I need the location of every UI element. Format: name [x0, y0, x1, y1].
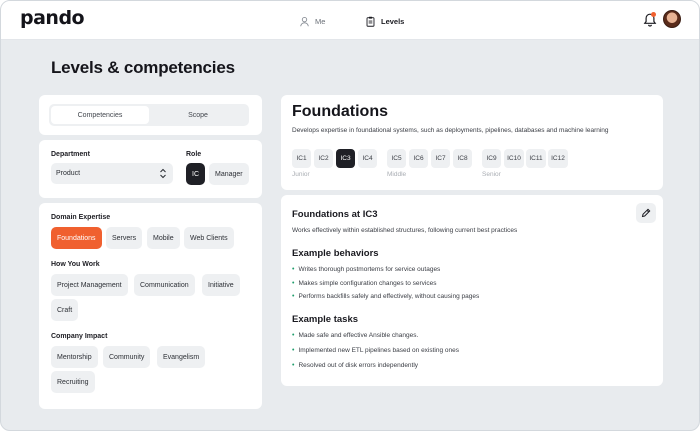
level-ic10[interactable]: IC10 [504, 149, 524, 168]
nav-item-me[interactable]: Me [299, 14, 325, 28]
behavior-item: • Makes simple configuration changes to s… [292, 280, 436, 287]
task-text: Implemented new ETL pipelines based on e… [298, 347, 460, 354]
level-detail-title: Foundations at IC3 [292, 209, 378, 220]
bullet-dot: • [292, 293, 295, 300]
how-you-work-title: How You Work [51, 261, 100, 268]
department-label: Department [51, 151, 90, 158]
tier-junior: Junior [292, 171, 310, 178]
level-detail-subtitle: Works effectively within established str… [292, 227, 518, 234]
tier-senior: Senior [482, 171, 501, 178]
behavior-item: • Performs backfills safely and effective… [292, 293, 479, 300]
level-ic8[interactable]: IC8 [453, 149, 472, 168]
competency-project-management[interactable]: Project Management [51, 274, 128, 296]
behaviors-title: Example behaviors [292, 248, 379, 259]
competency-recruiting[interactable]: Recruiting [51, 371, 95, 393]
company-impact-title: Company Impact [51, 333, 108, 340]
task-item: • Implemented new ETL pipelines based on … [292, 347, 459, 354]
task-text: Resolved out of disk errors independentl… [298, 362, 419, 369]
level-ic2[interactable]: IC2 [314, 149, 333, 168]
level-ic5[interactable]: IC5 [387, 149, 406, 168]
avatar[interactable] [663, 10, 681, 28]
competency-mobile[interactable]: Mobile [147, 227, 180, 249]
level-ic1[interactable]: IC1 [292, 149, 311, 168]
notification-dot [651, 12, 656, 17]
domain-expertise-title: Domain Expertise [51, 214, 111, 221]
pencil-icon [641, 208, 651, 218]
level-ic3[interactable]: IC3 [336, 149, 355, 168]
competency-title: Foundations [292, 103, 388, 120]
top-bar: pando Me Levels [1, 1, 699, 40]
department-select[interactable]: Product [51, 163, 173, 184]
level-ic4[interactable]: IC4 [358, 149, 377, 168]
bullet-dot: • [292, 347, 295, 354]
competency-description: Develops expertise in foundational syste… [292, 127, 609, 134]
task-text: Made safe and effective Ansible changes. [298, 332, 419, 339]
task-item: • Resolved out of disk errors independent… [292, 362, 418, 369]
task-item: • Made safe and effective Ansible changes… [292, 332, 418, 339]
page-title: Levels & competencies [51, 58, 235, 77]
competency-communication[interactable]: Communication [134, 274, 195, 296]
tasks-title: Example tasks [292, 314, 359, 325]
competency-mentorship[interactable]: Mentorship [51, 346, 98, 368]
competency-evangelism[interactable]: Evangelism [157, 346, 206, 368]
level-ic6[interactable]: IC6 [409, 149, 428, 168]
level-ic12[interactable]: IC12 [548, 149, 568, 168]
nav-item-levels[interactable]: Levels [365, 14, 404, 28]
competency-servers[interactable]: Servers [106, 227, 143, 249]
competency-web-clients[interactable]: Web Clients [184, 227, 234, 249]
tab-competencies[interactable]: Competencies [51, 106, 149, 124]
user-icon [300, 16, 309, 26]
bullet-dot: • [292, 362, 295, 369]
bullet-dot: • [292, 332, 295, 339]
role-option-ic[interactable]: IC [186, 163, 205, 185]
role-option-manager[interactable]: Manager [209, 163, 249, 185]
competency-community[interactable]: Community [103, 346, 151, 368]
clipboard-icon [366, 16, 375, 27]
nav-item-levels-label: Levels [381, 16, 405, 26]
level-ic7[interactable]: IC7 [431, 149, 450, 168]
competency-initiative[interactable]: Initiative [202, 274, 240, 296]
behavior-item: • Writes thorough postmortems for service… [292, 266, 440, 273]
behavior-text: Performs backfills safely and effectivel… [298, 293, 480, 300]
behavior-text: Makes simple configuration changes to se… [298, 280, 437, 287]
tier-middle: Middle [387, 171, 407, 178]
chevron-updown-icon [160, 168, 166, 179]
level-detail-card [281, 195, 663, 386]
behavior-text: Writes thorough postmortems for service … [298, 266, 441, 273]
logo[interactable]: pando [20, 7, 85, 29]
nav-item-me-label: Me [315, 16, 326, 26]
edit-button[interactable] [636, 203, 656, 223]
department-value: Product [56, 170, 81, 177]
tab-scope[interactable]: Scope [149, 106, 247, 124]
bullet-dot: • [292, 266, 295, 273]
view-switcher: Competencies Scope [49, 104, 249, 126]
competency-foundations[interactable]: Foundations [51, 227, 102, 249]
level-ic11[interactable]: IC11 [526, 149, 546, 168]
level-ic9[interactable]: IC9 [482, 149, 501, 168]
bullet-dot: • [292, 280, 295, 287]
role-label: Role [186, 151, 202, 158]
competency-craft[interactable]: Craft [51, 299, 79, 321]
app-window: pando Me Levels Levels & competencies Co… [0, 0, 700, 431]
